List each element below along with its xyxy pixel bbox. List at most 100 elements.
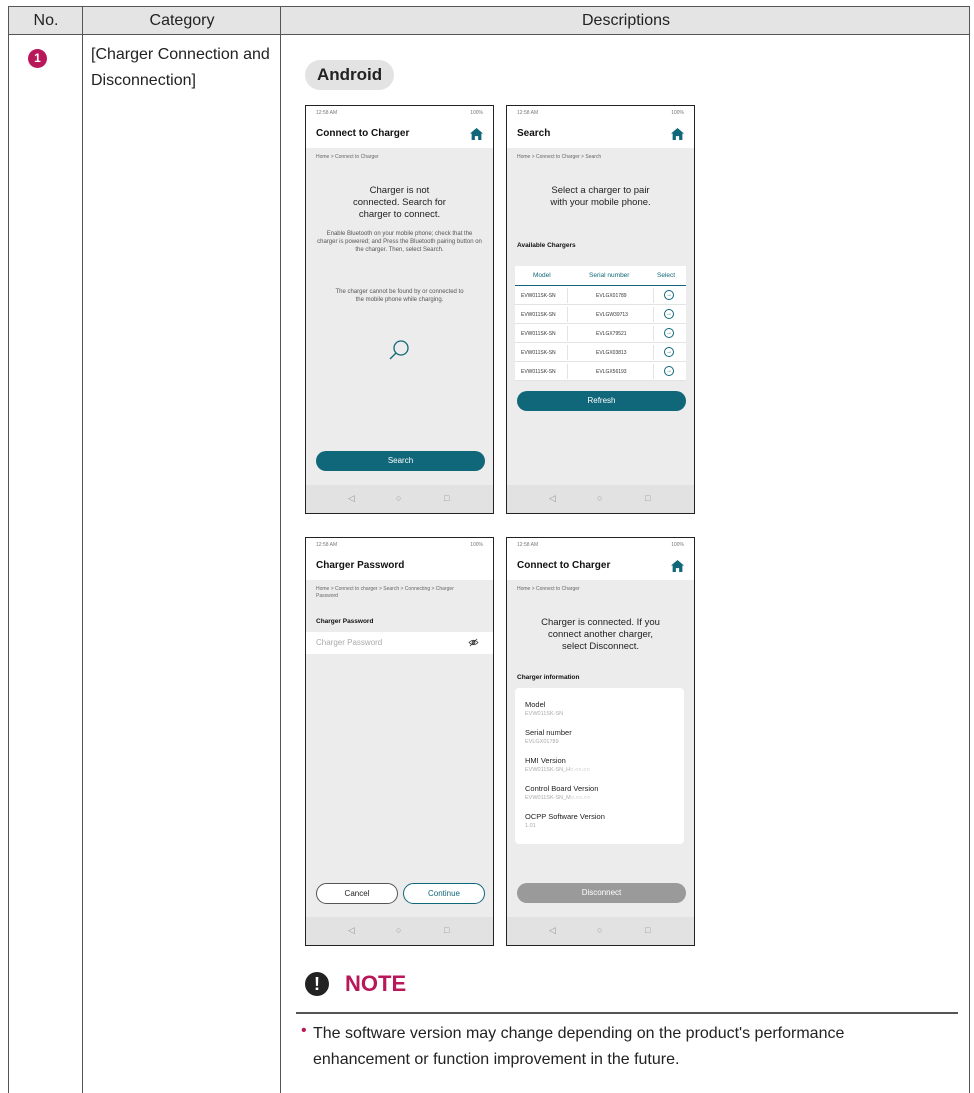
nav-recents-icon[interactable]: □ (645, 493, 650, 503)
serial-cell: EVLGW39713 (596, 312, 628, 318)
info-value: EVW011SK-SN_M○.○○.○○ (525, 795, 591, 801)
home-icon[interactable] (671, 560, 684, 572)
phone-connected-screen: 12:58 AM 100% Connect to Charger Home > … (506, 537, 695, 946)
info-item: Model EVW011SK-SN (525, 700, 563, 719)
warning-text: The charger cannot be found by or connec… (335, 289, 464, 303)
column-divider (82, 7, 83, 1093)
info-value: 1.01 (525, 823, 536, 829)
column-header: Serial number (589, 272, 630, 279)
password-placeholder: Charger Password (316, 638, 383, 647)
cancel-button[interactable]: Cancel (316, 883, 398, 904)
status-message: Charger is not connected. Search for cha… (353, 185, 446, 220)
status-time: 12:58 AM (517, 110, 539, 116)
model-cell: EVW011SK-SN (521, 350, 556, 356)
charger-table-header: Model Serial number Select (515, 266, 686, 286)
nav-home-icon[interactable]: ○ (396, 493, 401, 503)
screen-title: Search (517, 128, 551, 139)
status-battery: 100% (671, 542, 684, 548)
eye-off-icon[interactable] (468, 638, 479, 647)
nav-recents-icon[interactable]: □ (645, 925, 650, 935)
select-arrow-icon[interactable]: → (664, 290, 674, 300)
select-arrow-icon[interactable]: → (664, 347, 674, 357)
note-divider (296, 1012, 958, 1014)
disconnect-button[interactable]: Disconnect (517, 883, 686, 903)
status-time: 12:58 AM (316, 110, 338, 116)
home-icon[interactable] (470, 128, 483, 140)
warning-icon: ! (305, 972, 329, 996)
serial-cell: EVLGX01789 (596, 293, 627, 299)
status-bar: 12:58 AM 100% (507, 106, 694, 122)
select-arrow-icon[interactable]: → (664, 328, 674, 338)
android-nav-bar: ◁ ○ □ (306, 485, 493, 513)
status-battery: 100% (671, 110, 684, 116)
breadcrumb: Home > Connect to Charger (316, 154, 379, 160)
info-item: Control Board Version EVW011SK-SN_M○.○○.… (525, 784, 598, 803)
info-value: EVW011SK-SN (525, 711, 564, 717)
table-row[interactable]: EVW011SK-SN EVLGX01789 → (515, 286, 686, 305)
refresh-button[interactable]: Refresh (517, 391, 686, 411)
header-category: Category (149, 12, 215, 29)
status-bar: 12:58 AM 100% (306, 538, 493, 554)
search-button[interactable]: Search (316, 451, 485, 471)
row-number-badge: 1 (28, 49, 47, 68)
column-header: Select (657, 272, 676, 279)
password-field[interactable]: Charger Password (306, 632, 493, 654)
info-label: Model (525, 700, 546, 709)
note-title: NOTE (345, 971, 407, 996)
status-bar: 12:58 AM 100% (507, 538, 694, 554)
nav-recents-icon[interactable]: □ (444, 493, 449, 503)
status-time: 12:58 AM (517, 542, 539, 548)
column-divider (280, 7, 281, 1093)
status-time: 12:58 AM (316, 542, 338, 548)
table-row[interactable]: EVW011SK-SN EVLGW39713 → (515, 305, 686, 324)
nav-back-icon[interactable]: ◁ (549, 493, 556, 504)
breadcrumb: Home > Connect to charger > Search > Con… (316, 586, 454, 599)
note-text: The software version may change dependin… (313, 1025, 845, 1068)
app-bar: Search (507, 122, 694, 148)
charger-table: Model Serial number Select EVW011SK-SN E… (515, 266, 686, 381)
table-row[interactable]: EVW011SK-SN EVLGX03813 → (515, 343, 686, 362)
screen-title: Connect to Charger (517, 560, 611, 571)
table-row[interactable]: EVW011SK-SN EVLGX56193 → (515, 362, 686, 381)
android-nav-bar: ◁ ○ □ (507, 917, 694, 945)
bullet-icon: • (301, 1022, 307, 1039)
model-cell: EVW011SK-SN (521, 293, 556, 299)
info-item: Serial number EVLGX01789 (525, 728, 572, 747)
status-battery: 100% (470, 110, 483, 116)
nav-home-icon[interactable]: ○ (597, 925, 602, 935)
status-bar: 12:58 AM 100% (306, 106, 493, 122)
select-arrow-icon[interactable]: → (664, 366, 674, 376)
phone-connect-screen: 12:58 AM 100% Connect to Charger Home > … (305, 105, 494, 514)
nav-home-icon[interactable]: ○ (597, 493, 602, 503)
select-arrow-icon[interactable]: → (664, 309, 674, 319)
status-message: Charger is connected. If you connect ano… (541, 617, 660, 652)
screen-title: Connect to Charger (316, 128, 410, 139)
info-label: HMI Version (525, 756, 566, 765)
serial-cell: EVLGX79521 (596, 331, 627, 337)
info-value: EVW011SK-SN_H○.○○.○○ (525, 767, 590, 773)
app-bar: Connect to Charger (306, 122, 493, 148)
info-item: HMI Version EVW011SK-SN_H○.○○.○○ (525, 756, 590, 775)
platform-label: Android (305, 60, 395, 90)
header-no: No. (33, 12, 59, 29)
status-message: Select a charger to pair with your mobil… (550, 185, 651, 208)
nav-home-icon[interactable]: ○ (396, 925, 401, 935)
nav-back-icon[interactable]: ◁ (348, 925, 355, 936)
app-bar: Connect to Charger (507, 554, 694, 580)
model-cell: EVW011SK-SN (521, 369, 556, 375)
home-icon[interactable] (671, 128, 684, 140)
serial-cell: EVLGX56193 (596, 369, 627, 375)
nav-back-icon[interactable]: ◁ (348, 493, 355, 504)
table-header: No. Category Descriptions (9, 7, 969, 35)
info-value: EVLGX01789 (525, 739, 559, 745)
table-row[interactable]: EVW011SK-SN EVLGX79521 → (515, 324, 686, 343)
continue-button[interactable]: Continue (403, 883, 485, 904)
android-nav-bar: ◁ ○ □ (507, 485, 694, 513)
charger-info-card: Model EVW011SK-SN Serial number EVLGX017… (515, 688, 684, 844)
nav-recents-icon[interactable]: □ (444, 925, 449, 935)
info-label: Control Board Version (525, 784, 599, 793)
nav-back-icon[interactable]: ◁ (549, 925, 556, 936)
model-cell: EVW011SK-SN (521, 312, 556, 318)
info-label: OCPP Software Version (525, 812, 605, 821)
info-item: OCPP Software Version 1.01 (525, 812, 605, 831)
